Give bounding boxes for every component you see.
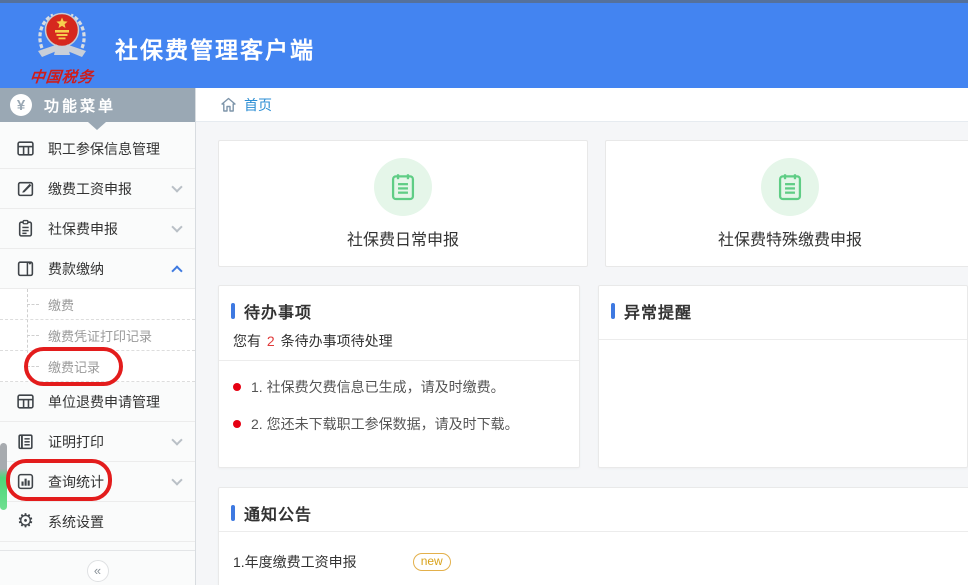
sidebar-item-label: 缴费工资申报 bbox=[48, 179, 173, 199]
green-circle bbox=[374, 158, 432, 216]
green-circle bbox=[761, 158, 819, 216]
sidebar-item-label: 费款缴纳 bbox=[48, 259, 173, 279]
todo-summary-suffix: 条待办事项待处理 bbox=[277, 333, 393, 349]
submenu-item-label: 缴费凭证打印记录 bbox=[48, 326, 152, 345]
notepad-icon bbox=[773, 170, 807, 204]
sidebar-item-refund-application[interactable]: 单位退费申请管理 bbox=[0, 382, 195, 422]
chevron-down-icon bbox=[171, 181, 182, 192]
sidebar-item-query-statistics[interactable]: 查询统计 bbox=[0, 462, 195, 502]
todo-item[interactable]: 1. 社保费欠费信息已生成，请及时缴费。 bbox=[233, 377, 565, 397]
fee-payment-submenu: 缴费 缴费凭证打印记录 缴费记录 bbox=[0, 289, 195, 382]
title-accent-bar bbox=[231, 505, 235, 521]
bookmark-icon bbox=[16, 259, 35, 278]
sidebar: ¥ 功能菜单 职工参保信息管理 缴费工资申报 社保费申报 bbox=[0, 88, 196, 585]
sidebar-item-certificate-print[interactable]: 证明打印 bbox=[0, 422, 195, 462]
sidebar-item-employee-insurance-info[interactable]: 职工参保信息管理 bbox=[0, 129, 195, 169]
sidebar-subitem-payment-voucher-print-record[interactable]: 缴费凭证打印记录 bbox=[0, 320, 195, 351]
sidebar-item-social-fee-declaration[interactable]: 社保费申报 bbox=[0, 209, 195, 249]
red-dot-icon bbox=[233, 420, 241, 428]
gear-icon: ⚙ bbox=[16, 512, 35, 531]
card-label: 社保费日常申报 bbox=[347, 226, 459, 250]
chevron-down-icon bbox=[171, 221, 182, 232]
grid-table-icon bbox=[16, 139, 35, 158]
sidebar-item-salary-declaration[interactable]: 缴费工资申报 bbox=[0, 169, 195, 209]
new-badge: new bbox=[413, 553, 451, 571]
alert-panel-title: 异常提醒 bbox=[624, 299, 692, 323]
document-lines-icon bbox=[16, 432, 35, 451]
red-dot-icon bbox=[233, 383, 241, 391]
submenu-item-label: 缴费 bbox=[48, 295, 74, 314]
collapse-sidebar-button[interactable]: « bbox=[87, 560, 109, 582]
notice-item[interactable]: 1.年度缴费工资申报 new bbox=[233, 552, 960, 572]
panels-row: 待办事项 您有 2 条待办事项待处理 1. 社保费欠费信息已生成，请及时缴费。 … bbox=[218, 285, 968, 468]
scroll-indicator bbox=[0, 443, 7, 510]
notice-panel-title: 通知公告 bbox=[244, 501, 312, 525]
tax-bureau-logo: 中国税务 bbox=[16, 6, 108, 88]
edit-icon bbox=[16, 179, 35, 198]
chevron-down-icon bbox=[171, 434, 182, 445]
todo-panel-title: 待办事项 bbox=[244, 299, 312, 323]
todo-summary: 您有 2 条待办事项待处理 bbox=[233, 331, 579, 360]
panel-head: 通知公告 bbox=[219, 488, 968, 525]
main-area: 首页 社保费日常申报 社保费特殊缴费申报 待办事项 bbox=[196, 88, 968, 585]
todo-item-text: 1. 社保费欠费信息已生成，请及时缴费。 bbox=[251, 377, 505, 397]
divider bbox=[599, 339, 967, 340]
menu-list: 职工参保信息管理 缴费工资申报 社保费申报 费款缴纳 缴费 bbox=[0, 122, 195, 582]
panel-head: 异常提醒 bbox=[599, 286, 967, 323]
todo-summary-prefix: 您有 bbox=[233, 333, 265, 349]
sidebar-footer: « bbox=[0, 550, 195, 582]
clipboard-icon bbox=[16, 219, 35, 238]
sidebar-subitem-payment-record[interactable]: 缴费记录 bbox=[0, 351, 195, 382]
chevron-up-icon bbox=[171, 265, 182, 276]
breadcrumb-home-label: 首页 bbox=[244, 95, 272, 115]
submenu-item-label: 缴费记录 bbox=[48, 357, 100, 376]
card-label: 社保费特殊缴费申报 bbox=[718, 226, 862, 250]
breadcrumb-home[interactable]: 首页 bbox=[220, 95, 272, 115]
chevron-down-icon bbox=[171, 474, 182, 485]
sidebar-item-label: 社保费申报 bbox=[48, 219, 173, 239]
todo-list: 1. 社保费欠费信息已生成，请及时缴费。 2. 您还未下载职工参保数据，请及时下… bbox=[219, 361, 579, 434]
sidebar-item-label: 查询统计 bbox=[48, 472, 173, 492]
bar-chart-icon bbox=[16, 472, 35, 491]
sidebar-item-system-settings[interactable]: ⚙ 系统设置 bbox=[0, 502, 195, 542]
card-daily-declaration[interactable]: 社保费日常申报 bbox=[218, 140, 588, 267]
app-title: 社保费管理客户端 bbox=[115, 31, 315, 65]
sidebar-subitem-pay[interactable]: 缴费 bbox=[0, 289, 195, 320]
title-accent-bar bbox=[611, 303, 615, 319]
breadcrumb: 首页 bbox=[196, 88, 968, 122]
notice-item-text: 1.年度缴费工资申报 bbox=[233, 552, 357, 572]
alert-panel: 异常提醒 bbox=[598, 285, 968, 468]
title-accent-bar bbox=[231, 303, 235, 319]
service-cards-row: 社保费日常申报 社保费特殊缴费申报 bbox=[218, 140, 968, 267]
logo-caption: 中国税务 bbox=[15, 66, 109, 87]
grid-table-icon bbox=[16, 392, 35, 411]
menu-header: ¥ 功能菜单 bbox=[0, 88, 195, 122]
todo-item-text: 2. 您还未下载职工参保数据，请及时下载。 bbox=[251, 414, 519, 434]
app-header: 中国税务 社保费管理客户端 bbox=[0, 0, 968, 88]
notepad-icon bbox=[386, 170, 420, 204]
panel-head: 待办事项 bbox=[219, 286, 579, 323]
todo-item[interactable]: 2. 您还未下载职工参保数据，请及时下载。 bbox=[233, 414, 565, 434]
sidebar-item-label: 系统设置 bbox=[48, 512, 181, 532]
todo-count: 2 bbox=[267, 333, 275, 349]
content: 社保费日常申报 社保费特殊缴费申报 待办事项 您有 2 条待办事项待处理 bbox=[196, 122, 968, 585]
card-special-payment-declaration[interactable]: 社保费特殊缴费申报 bbox=[605, 140, 968, 267]
home-icon bbox=[220, 97, 237, 113]
notice-panel: 通知公告 1.年度缴费工资申报 new 2.年度缴费工资申报 bbox=[218, 487, 968, 585]
sidebar-item-fee-payment[interactable]: 费款缴纳 bbox=[0, 249, 195, 289]
national-emblem-icon bbox=[29, 8, 95, 68]
yen-icon: ¥ bbox=[10, 94, 32, 116]
todo-panel: 待办事项 您有 2 条待办事项待处理 1. 社保费欠费信息已生成，请及时缴费。 … bbox=[218, 285, 580, 468]
notice-list: 1.年度缴费工资申报 new 2.年度缴费工资申报 bbox=[219, 532, 968, 585]
sidebar-item-label: 单位退费申请管理 bbox=[48, 392, 181, 412]
sidebar-item-label: 职工参保信息管理 bbox=[48, 139, 181, 159]
menu-title: 功能菜单 bbox=[44, 95, 116, 116]
sidebar-item-label: 证明打印 bbox=[48, 432, 173, 452]
